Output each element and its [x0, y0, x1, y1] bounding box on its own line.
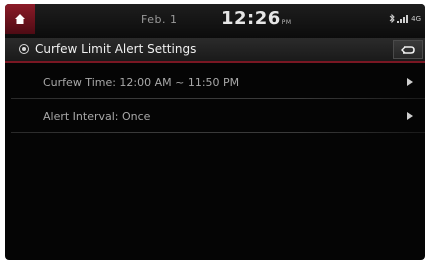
- head-unit-screen: Feb. 1 12:26PM 4G Curfew Limit Alert Set…: [5, 4, 425, 260]
- list-item-curfew-time[interactable]: Curfew Time: 12:00 AM ~ 11:50 PM: [5, 67, 425, 97]
- back-arrow-icon: [401, 45, 415, 54]
- clock-display: 12:26PM: [221, 8, 292, 29]
- page-title: Curfew Limit Alert Settings: [35, 42, 197, 56]
- chevron-right-icon: [407, 112, 413, 120]
- list-item-alert-interval[interactable]: Alert Interval: Once: [5, 101, 425, 131]
- title-accent-line: [5, 61, 425, 63]
- radio-target-icon: [19, 44, 29, 54]
- bluetooth-icon: [389, 14, 395, 23]
- title-bar: Curfew Limit Alert Settings: [5, 38, 425, 61]
- clock-ampm: PM: [281, 19, 292, 26]
- clock-time: 12:26: [221, 8, 281, 29]
- home-icon: [15, 14, 25, 24]
- list-divider: [11, 98, 425, 99]
- signal-icon: [397, 14, 409, 23]
- home-button[interactable]: [5, 4, 35, 34]
- back-button[interactable]: [393, 40, 423, 59]
- list-item-label: Curfew Time: 12:00 AM ~ 11:50 PM: [43, 76, 240, 89]
- list-divider: [11, 132, 425, 133]
- chevron-right-icon: [407, 78, 413, 86]
- status-icons: 4G: [389, 14, 421, 23]
- network-label: 4G: [411, 14, 421, 23]
- date-display: Feb. 1: [141, 13, 178, 26]
- status-bar: Feb. 1 12:26PM 4G: [5, 4, 425, 38]
- list-item-label: Alert Interval: Once: [43, 110, 151, 123]
